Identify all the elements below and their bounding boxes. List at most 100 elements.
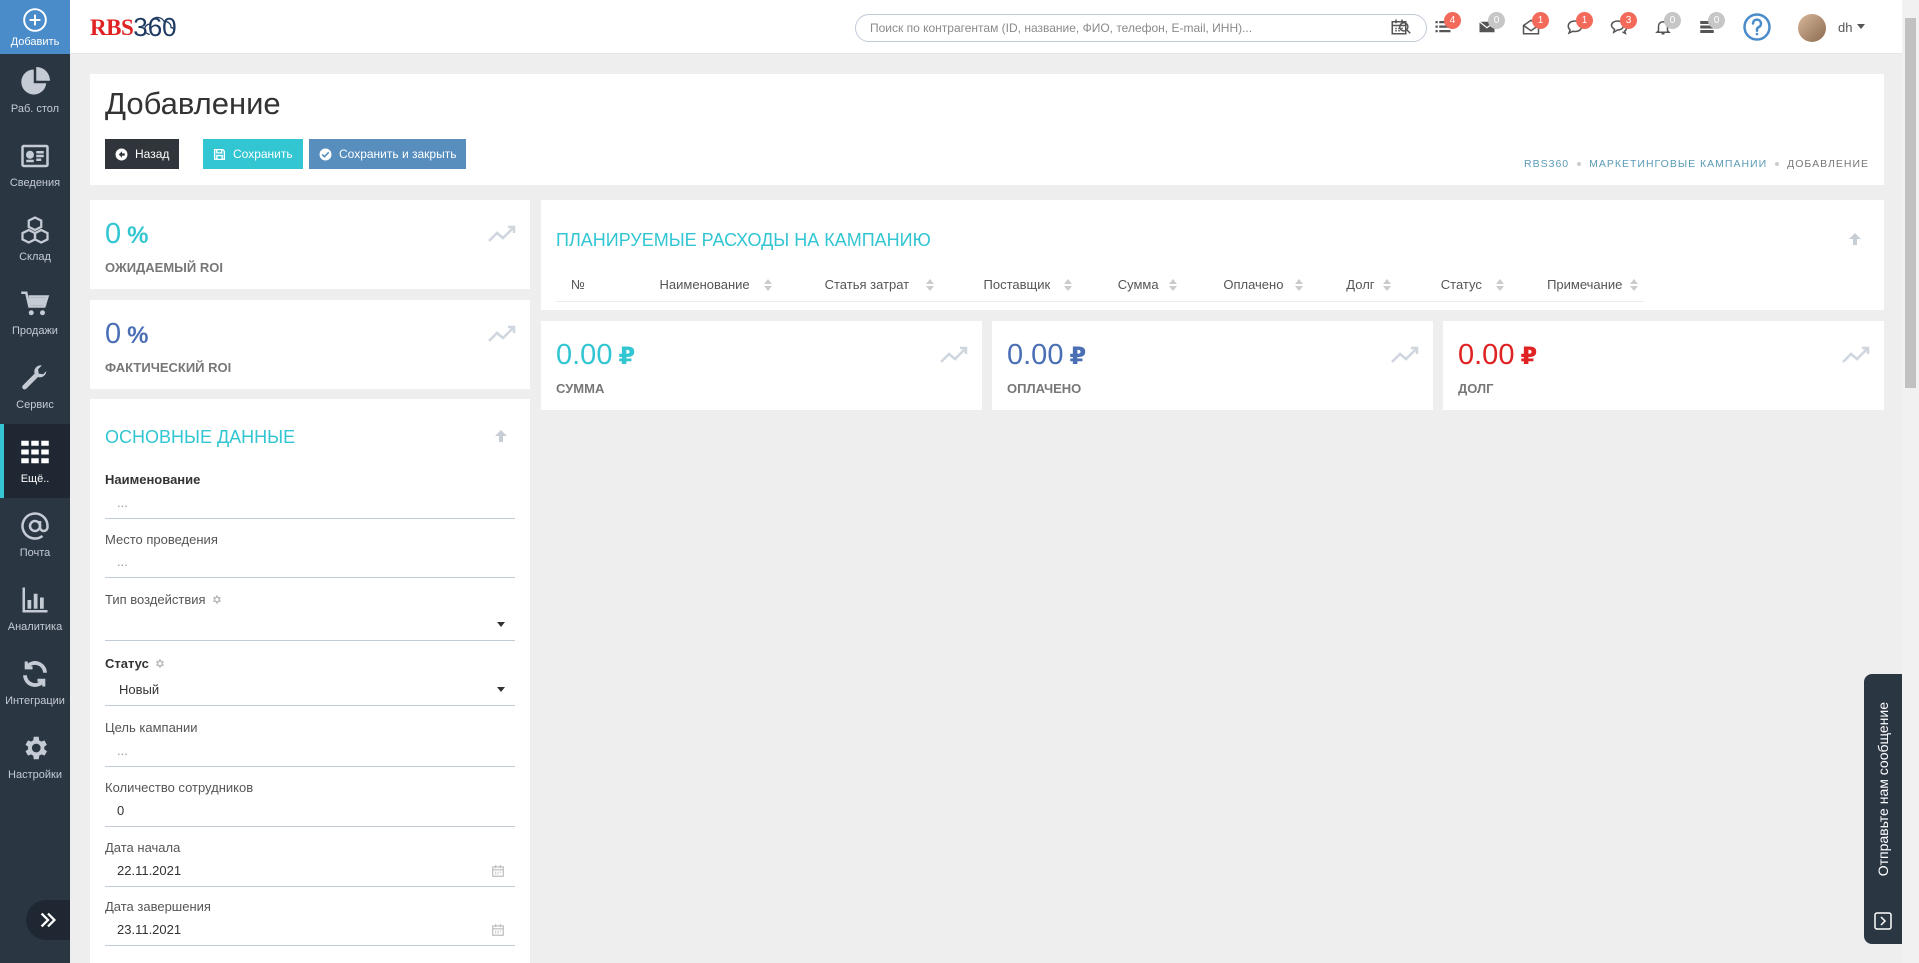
sidebar-item-label: Настройки bbox=[8, 769, 62, 781]
save-button[interactable]: Сохранить bbox=[203, 139, 303, 169]
arrow-left-circle-icon bbox=[115, 148, 128, 160]
back-button-label: Назад bbox=[135, 147, 170, 161]
breadcrumb: RBS360 МАРКЕТИНГОВЫЕ КАМПАНИИ ДОБАВЛЕНИЕ bbox=[1524, 158, 1869, 170]
arrow-up-icon[interactable] bbox=[494, 429, 508, 443]
id-card-icon bbox=[21, 144, 49, 168]
debt-label: ДОЛГ bbox=[1458, 381, 1494, 396]
inbox-badge: 1 bbox=[1532, 12, 1549, 29]
floppy-disk-icon bbox=[213, 148, 226, 160]
at-icon bbox=[21, 512, 49, 540]
page-title: Добавление bbox=[105, 86, 281, 121]
chat-button[interactable]: 3 bbox=[1610, 12, 1637, 40]
gear-icon[interactable] bbox=[154, 658, 165, 669]
calendar-icon[interactable] bbox=[491, 864, 505, 878]
sort-icon bbox=[1630, 279, 1638, 291]
sidebar-item-dashboard[interactable]: Раб. стол bbox=[0, 54, 70, 128]
feedback-tab[interactable]: Отправьте нам сообщение bbox=[1864, 674, 1902, 944]
pie-chart-icon bbox=[21, 67, 50, 95]
trend-line-icon bbox=[488, 225, 516, 242]
status-label: Статус bbox=[105, 656, 165, 671]
col-cost-item[interactable]: Статья затрат bbox=[778, 268, 940, 301]
avatar[interactable] bbox=[1798, 14, 1826, 42]
caret-down-icon bbox=[497, 622, 505, 627]
sum-card: 0.00 ₽ СУММА bbox=[541, 321, 982, 410]
sum-value: 0.00 bbox=[556, 339, 613, 371]
tasks-button[interactable]: 4 bbox=[1434, 12, 1461, 40]
logo[interactable]: RBS 360 bbox=[90, 12, 177, 43]
search-box bbox=[855, 14, 1427, 42]
logo-rbs: RBS bbox=[90, 14, 134, 40]
sidebar-expand-button[interactable] bbox=[26, 900, 70, 940]
plus-circle-icon bbox=[23, 7, 47, 32]
arrow-up-icon[interactable] bbox=[1848, 232, 1862, 246]
check-circle-icon bbox=[319, 148, 332, 160]
gear-icon bbox=[25, 736, 47, 760]
sort-icon bbox=[1064, 279, 1073, 291]
breadcrumb-home[interactable]: RBS360 bbox=[1524, 158, 1569, 170]
col-name[interactable]: Наименование bbox=[616, 268, 778, 301]
end-date-input[interactable]: 23.11.2021 bbox=[105, 914, 515, 946]
sidebar-item-mail[interactable]: Почта bbox=[0, 498, 70, 572]
sum-value-wrap: 0.00 ₽ bbox=[556, 339, 635, 372]
back-button[interactable]: Назад bbox=[105, 139, 180, 169]
breadcrumb-current: ДОБАВЛЕНИЕ bbox=[1787, 158, 1869, 170]
sidebar-item-warehouse[interactable]: Склад bbox=[0, 202, 70, 276]
col-supplier[interactable]: Поставщик bbox=[940, 268, 1078, 301]
col-debt[interactable]: Долг bbox=[1309, 268, 1398, 301]
sort-icon bbox=[1169, 279, 1178, 291]
sidebar-add-button[interactable]: Добавить bbox=[0, 0, 70, 54]
start-date-input[interactable]: 22.11.2021 bbox=[105, 855, 515, 887]
cubes-icon bbox=[21, 216, 49, 244]
user-name[interactable]: dh bbox=[1838, 20, 1852, 35]
mail-button[interactable]: 0 bbox=[1478, 12, 1505, 40]
col-paid[interactable]: Оплачено bbox=[1183, 268, 1308, 301]
sidebar-item-info[interactable]: Сведения bbox=[0, 128, 70, 202]
staff-count-input[interactable]: 0 bbox=[105, 795, 515, 827]
comments-button[interactable]: 1 bbox=[1566, 12, 1593, 40]
scrollbar-thumb[interactable] bbox=[1905, 18, 1916, 388]
help-button[interactable] bbox=[1742, 12, 1772, 42]
save-and-close-button[interactable]: Сохранить и закрыть bbox=[309, 139, 467, 169]
name-input[interactable]: ... bbox=[105, 487, 515, 519]
search-input[interactable] bbox=[870, 21, 1398, 35]
comments-badge: 1 bbox=[1576, 12, 1593, 29]
page-scrollbar[interactable] bbox=[1902, 0, 1919, 963]
col-label: Наименование bbox=[659, 277, 750, 292]
sidebar-item-analytics[interactable]: Аналитика bbox=[0, 572, 70, 646]
sidebar-item-label: Ещё.. bbox=[20, 473, 50, 485]
expected-roi-card: 0% ОЖИДАЕМЫЙ ROI bbox=[90, 200, 530, 289]
goal-input[interactable]: ... bbox=[105, 735, 515, 767]
sidebar-item-settings[interactable]: Настройки bbox=[0, 720, 70, 794]
caret-down-icon[interactable] bbox=[1856, 21, 1866, 31]
sidebar-item-service[interactable]: Сервис bbox=[0, 350, 70, 424]
status-select[interactable]: Новый bbox=[105, 674, 515, 706]
actual-roi-card: 0% ФАКТИЧЕСКИЙ ROI bbox=[90, 300, 530, 389]
notifications-button[interactable]: 0 bbox=[1654, 12, 1681, 40]
grid-icon bbox=[21, 440, 49, 464]
col-note[interactable]: Примечание bbox=[1510, 268, 1644, 301]
paid-card: 0.00 ₽ ОПЛАЧЕНО bbox=[992, 321, 1433, 410]
finance-button[interactable]: 0 bbox=[1698, 12, 1725, 40]
inbox-button[interactable]: 1 bbox=[1522, 12, 1549, 40]
sidebar-item-sales[interactable]: Продажи bbox=[0, 276, 70, 350]
calendar-icon[interactable] bbox=[491, 923, 505, 937]
expected-roi-value-wrap: 0% bbox=[105, 218, 148, 251]
breadcrumb-campaigns[interactable]: МАРКЕТИНГОВЫЕ КАМПАНИИ bbox=[1589, 158, 1767, 170]
expenses-card: ПЛАНИРУЕМЫЕ РАСХОДЫ НА КАМПАНИЮ № Наимен… bbox=[541, 200, 1884, 310]
trend-line-icon bbox=[1842, 346, 1870, 363]
end-date-value: 23.11.2021 bbox=[117, 922, 182, 937]
sidebar-item-label: Аналитика bbox=[7, 621, 63, 633]
calendar-button[interactable] bbox=[1390, 18, 1412, 40]
gear-icon[interactable] bbox=[211, 594, 222, 605]
col-status[interactable]: Статус bbox=[1397, 268, 1510, 301]
sidebar-item-integrations[interactable]: Интеграции bbox=[0, 646, 70, 720]
goal-label: Цель кампании bbox=[105, 720, 198, 735]
col-number[interactable]: № bbox=[556, 268, 616, 301]
mail-badge: 0 bbox=[1488, 12, 1505, 29]
type-select[interactable] bbox=[105, 609, 515, 641]
tasks-badge: 4 bbox=[1444, 12, 1461, 29]
col-sum[interactable]: Сумма bbox=[1078, 268, 1183, 301]
sort-icon bbox=[1294, 279, 1303, 291]
sidebar-item-more[interactable]: Ещё.. bbox=[0, 424, 70, 498]
place-input[interactable]: ... bbox=[105, 546, 515, 578]
